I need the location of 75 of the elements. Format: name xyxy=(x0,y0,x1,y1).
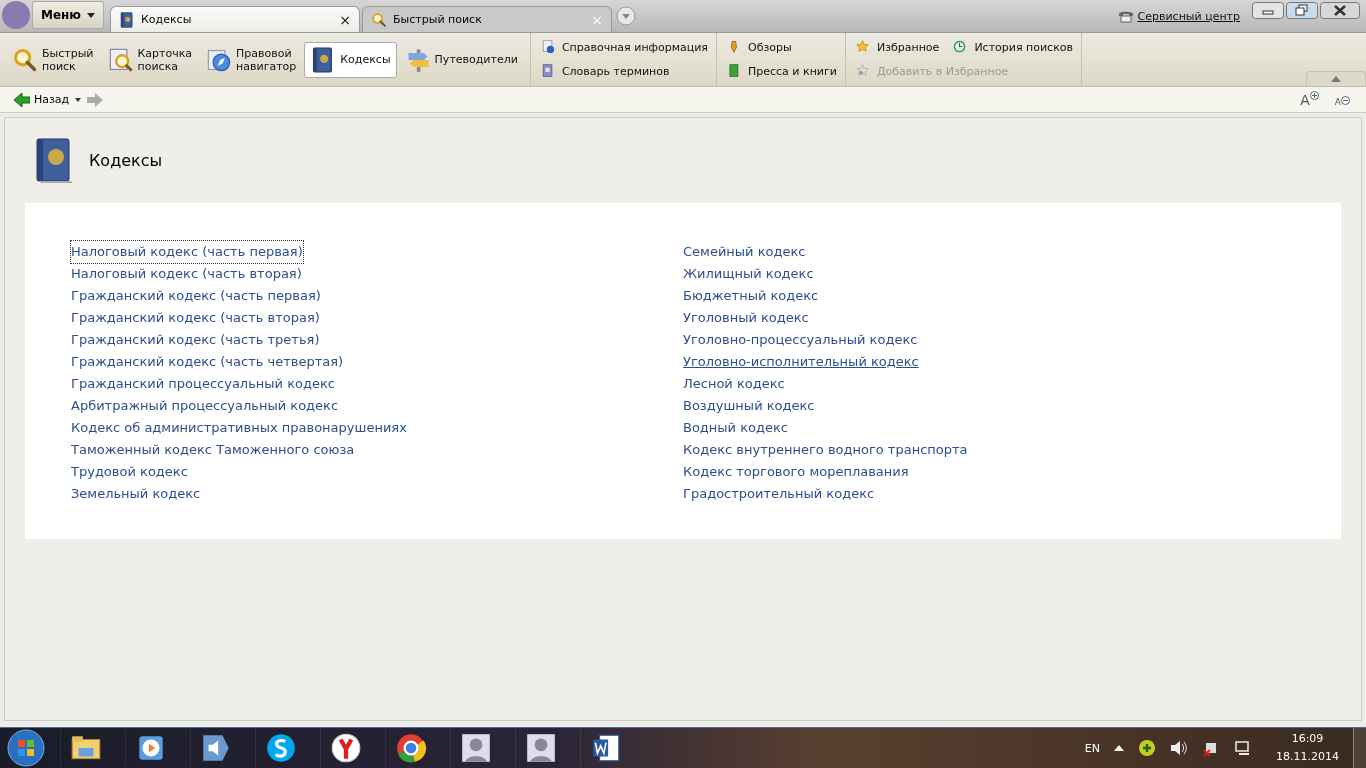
code-link[interactable]: Таможенный кодекс Таможенного союза xyxy=(71,439,355,461)
language-indicator[interactable]: EN xyxy=(1084,741,1100,755)
code-link[interactable]: Кодекс торгового мореплавания xyxy=(683,461,909,483)
plus-circle-icon[interactable] xyxy=(1138,739,1156,757)
card-magnifier-icon xyxy=(107,46,134,73)
minus-circle-icon xyxy=(1341,95,1350,105)
toolbar-link[interactable]: Избранное xyxy=(855,39,940,56)
tab-label: Быстрый поиск xyxy=(393,13,483,26)
browser-icon[interactable] xyxy=(394,731,428,765)
person-silhouette-icon[interactable] xyxy=(459,731,493,765)
toolbar-link[interactable]: История поисков xyxy=(953,39,1073,56)
code-link[interactable]: Гражданский кодекс (часть третья) xyxy=(71,329,320,351)
code-link[interactable]: Воздушный кодекс xyxy=(683,395,815,417)
tab-list-dropdown-icon[interactable] xyxy=(616,6,637,26)
up-arrow-icon xyxy=(1331,76,1341,82)
toolbar-link[interactable]: Обзоры xyxy=(727,39,792,56)
toolbar-link[interactable]: Справочная информация xyxy=(540,39,708,56)
person-silhouette-icon[interactable] xyxy=(524,731,558,765)
toolbar-button[interactable]: Быстрый поиск xyxy=(6,41,100,78)
left-arrow-icon xyxy=(14,92,30,107)
code-link[interactable]: Градостроительный кодекс xyxy=(683,483,875,505)
book-icon xyxy=(119,11,136,28)
toolbar-button[interactable]: Карточка поиска xyxy=(101,41,199,78)
start-button[interactable] xyxy=(6,728,46,768)
caret-icon[interactable] xyxy=(75,97,82,102)
collapse-toolbar-button[interactable] xyxy=(1306,71,1366,86)
magnifier-icon xyxy=(12,46,38,73)
volume-icon[interactable] xyxy=(1170,740,1188,756)
code-link[interactable]: Гражданский кодекс (часть четвертая) xyxy=(71,351,344,373)
plus-circle-icon xyxy=(1309,90,1319,100)
toolbar-button[interactable]: Кодексы xyxy=(304,41,397,78)
telephone-icon xyxy=(1117,9,1134,23)
app-logo-avatar xyxy=(2,0,30,29)
toolbar-link[interactable]: Словарь терминов xyxy=(540,63,670,80)
code-link[interactable]: Уголовный кодекс xyxy=(683,307,809,329)
code-link[interactable]: Водный кодекс xyxy=(683,417,788,439)
code-link[interactable]: Гражданский кодекс (часть вторая) xyxy=(71,307,320,329)
close-button[interactable] xyxy=(1320,2,1360,19)
code-link[interactable]: Семейный кодекс xyxy=(683,241,806,263)
code-link[interactable]: Налоговый кодекс (часть вторая) xyxy=(71,263,302,285)
code-link[interactable]: Гражданский процессуальный кодекс xyxy=(71,373,335,395)
code-link[interactable]: Гражданский кодекс (часть первая) xyxy=(71,285,321,307)
decrease-font-button[interactable]: A xyxy=(1332,92,1352,107)
tab-label: Кодексы xyxy=(141,13,193,26)
toolbar-button[interactable]: Правовой навигатор xyxy=(200,41,303,78)
magnifier-icon xyxy=(371,11,388,28)
code-link[interactable]: Кодекс внутреннего водного транспорта xyxy=(683,439,968,461)
clock[interactable]: 16:09 18.11.2014 xyxy=(1276,730,1339,766)
minimize-button[interactable] xyxy=(1252,2,1284,19)
network-icon[interactable] xyxy=(1234,739,1252,757)
menu-button[interactable]: Меню xyxy=(32,1,105,29)
code-link[interactable]: Уголовно-исполнительный кодекс xyxy=(683,351,919,373)
code-link[interactable]: Земельный кодекс xyxy=(71,483,201,505)
service-center-link[interactable]: Сервисный центр xyxy=(1117,9,1240,23)
book-icon xyxy=(33,136,75,185)
restore-button[interactable] xyxy=(1286,2,1318,19)
show-hidden-icons-icon[interactable] xyxy=(1114,745,1124,751)
increase-font-button[interactable]: A xyxy=(1298,92,1321,107)
toolbar-button[interactable]: Путеводители xyxy=(398,41,524,78)
code-link[interactable]: Жилищный кодекс xyxy=(683,263,814,285)
caret-icon xyxy=(87,12,96,18)
tab[interactable]: Кодексы × xyxy=(110,6,361,32)
toolbar-link[interactable]: Пресса и книги xyxy=(727,63,837,80)
tab[interactable]: Быстрый поиск × xyxy=(362,6,613,32)
code-link[interactable]: Арбитражный процессуальный кодекс xyxy=(71,395,339,417)
code-link[interactable]: Налоговый кодекс (часть первая) xyxy=(71,241,303,263)
code-link[interactable]: Уголовно-процессуальный кодекс xyxy=(683,329,918,351)
back-button[interactable]: Назад xyxy=(14,92,70,107)
code-link[interactable]: Бюджетный кодекс xyxy=(683,285,819,307)
code-link[interactable]: Трудовой кодекс xyxy=(71,461,188,483)
show-desktop-button[interactable] xyxy=(1353,728,1366,768)
code-link[interactable]: Лесной кодекс xyxy=(683,373,785,395)
code-link[interactable]: Кодекс об административных правонарушениях xyxy=(71,417,407,439)
page-title: Кодексы xyxy=(89,151,163,170)
close-tab-button[interactable]: × xyxy=(339,12,352,27)
